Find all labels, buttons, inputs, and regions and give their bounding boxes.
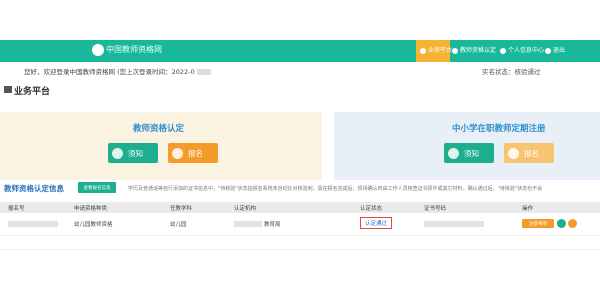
card-renewal: 中小学在职教师定期注册 须知 报名 [334,112,600,180]
nav-teacher-cert[interactable]: 教师资格认定 [452,45,496,54]
renewal-notice-button[interactable]: 须知 [444,143,494,163]
col-subject: 任教学科 [170,206,193,212]
notes-button[interactable]: 注意事项 [522,219,554,228]
section-header: 业务平台 [0,80,600,100]
user-icon [500,47,506,54]
info-title: 教师资格认定信息 [4,184,64,193]
view-registration-button[interactable]: 查看报名信息 [78,182,116,193]
nav-business-platform[interactable]: 业务平台 [420,45,452,54]
welcome-text: 您好，欢迎登录中国教师资格网 (您上次登录时间：2022-0 [24,66,211,76]
cert-icon [452,47,458,54]
register-icon [172,147,183,159]
home-icon [4,86,12,93]
col-cert-no: 证书号码 [424,206,447,212]
doc-icon [448,147,459,159]
site-name[interactable]: 中国教师资格网 [106,44,162,55]
redacted-cert-no [424,221,484,227]
cell-subject: 幼儿园 [170,222,187,228]
col-qualification: 申请资格种类 [74,206,108,212]
logout-icon [545,47,551,54]
header-banner: 中国教师资格网 业务平台 教师资格认定 个人信息中心 退出 [0,40,600,62]
nav-logout[interactable]: 退出 [545,45,565,54]
nav-personal-center[interactable]: 个人信息中心 [500,45,544,54]
col-agency: 认定机构 [234,206,257,212]
view-icon[interactable] [557,219,566,228]
col-action: 操作 [522,206,534,212]
card-renewal-title: 中小学在职教师定期注册 [452,124,546,134]
cell-qualification: 幼儿园教师资格 [74,222,113,228]
col-status: 认定状态 [360,206,383,212]
cert-notice-button[interactable]: 须知 [108,143,158,163]
verify-status: 实名状态：核验通过 [482,68,541,76]
top-area [0,0,600,40]
divider [0,249,600,250]
register-icon [508,147,519,159]
renewal-register-button[interactable]: 报名 [504,143,554,163]
redacted-agency-prefix [234,221,262,227]
redacted-reg-no [8,221,58,227]
home-icon [420,47,426,54]
table-row: 幼儿园教师资格 幼儿园 教育局 认定通过 注意事项 [0,213,600,236]
doc-icon [112,147,123,159]
table-header: 报名号 申请资格种类 任教学科 认定机构 认定状态 证书号码 操作 [0,202,600,213]
notice-text: 学历及普通话等自行添加的证书信息中，"待核验"状态指报名系统未自动比对核验到，需… [128,186,543,192]
card-cert: 教师资格认定 须知 报名 [0,112,322,180]
redacted-date [196,69,211,75]
status-link[interactable]: 认定通过 [360,217,392,229]
cell-agency: 教育局 [264,222,281,228]
card-cert-title: 教师资格认定 [133,124,185,134]
emblem-icon [92,44,104,56]
cert-register-button[interactable]: 报名 [168,143,218,163]
col-reg-no: 报名号 [8,206,25,212]
section-title: 业务平台 [14,87,51,97]
print-icon[interactable] [568,219,577,228]
